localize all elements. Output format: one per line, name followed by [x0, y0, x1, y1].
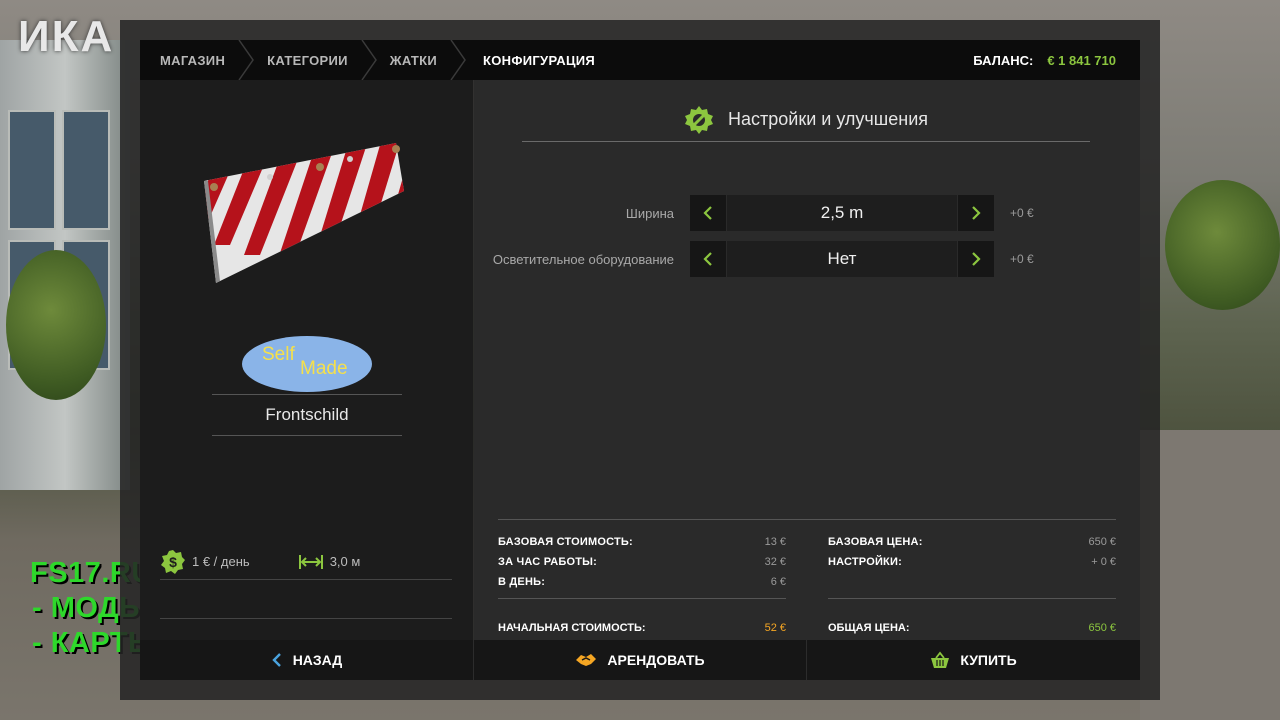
- initial-cost-total: НАЧАЛЬНАЯ СТОИМОСТЬ: 52 €: [498, 598, 786, 638]
- product-specs: $ 1 € / день 3,0 м: [160, 544, 452, 580]
- lighting-prev-button[interactable]: [690, 241, 726, 277]
- config-section-title: Настройки и улучшения: [522, 98, 1090, 142]
- configuration-panel: Настройки и улучшения Ширина 2,5 m +0 € …: [474, 80, 1140, 640]
- breadcrumb-label: МАГАЗИН: [160, 52, 226, 68]
- cost-label: НАСТРОЙКИ:: [828, 556, 902, 568]
- lighting-value: Нет: [726, 241, 958, 277]
- breadcrumb-label: ЖАТКИ: [389, 52, 438, 68]
- brand-logo: Self Made: [242, 336, 372, 392]
- lease-costs: БАЗОВАЯ СТОИМОСТЬ: 13 € ЗА ЧАС РАБОТЫ: 3…: [498, 532, 786, 592]
- product-name: Frontschild: [212, 394, 402, 436]
- chevron-right-icon: [972, 252, 981, 266]
- config-title-text: Настройки и улучшения: [728, 109, 928, 129]
- balance-label: БАЛАНС:: [973, 52, 1034, 68]
- breadcrumb-shop[interactable]: МАГАЗИН: [140, 40, 255, 80]
- spec-width-text: 3,0 м: [329, 554, 361, 569]
- product-panel: Self Made Frontschild $ 1 € / день 3,0 м: [140, 80, 473, 640]
- background-sign: ИКА: [18, 12, 115, 61]
- config-row-lighting: Осветительное оборудование Нет +0 €: [474, 241, 1140, 277]
- cost-label: БАЗОВАЯ ЦЕНА:: [828, 536, 923, 548]
- price-icon: $: [161, 549, 185, 574]
- svg-text:$: $: [169, 554, 177, 570]
- spec-price-per-day: $ 1 € / день: [160, 549, 250, 575]
- balance: БАЛАНС: € 1 841 710: [973, 53, 1116, 68]
- config-row-width: Ширина 2,5 m +0 €: [474, 195, 1140, 231]
- front-sign-image: [204, 143, 404, 283]
- chevron-left-icon: [703, 206, 712, 220]
- total-value: 52 €: [764, 621, 786, 634]
- chevron-left-icon: [703, 252, 712, 266]
- back-button[interactable]: НАЗАД: [140, 640, 473, 680]
- cost-value: 32 €: [764, 556, 786, 568]
- lease-button[interactable]: АРЕНДОВАТЬ: [473, 640, 806, 680]
- breadcrumb-label: КАТЕГОРИИ: [267, 52, 348, 68]
- total-label: ОБЩАЯ ЦЕНА:: [828, 621, 910, 634]
- cost-line: БАЗОВАЯ ЦЕНА: 650 €: [828, 532, 1116, 552]
- chevron-left-icon: [271, 653, 281, 667]
- background-tree: [1165, 180, 1280, 310]
- purchase-costs: БАЗОВАЯ ЦЕНА: 650 € НАСТРОЙКИ: + 0 €: [828, 532, 1116, 572]
- shop-window: МАГАЗИН КАТЕГОРИИ ЖАТКИ КОНФИГУРАЦИЯ БАЛ…: [120, 20, 1160, 700]
- background-tree: [6, 250, 106, 400]
- width-icon: [298, 554, 323, 569]
- wrench-gear-icon: [685, 105, 713, 134]
- breadcrumb-categories[interactable]: КАТЕГОРИИ: [247, 40, 377, 80]
- lighting-next-button[interactable]: [958, 241, 994, 277]
- cost-label: БАЗОВАЯ СТОИМОСТЬ:: [498, 536, 633, 548]
- lease-label: АРЕНДОВАТЬ: [607, 652, 705, 668]
- back-label: НАЗАД: [292, 652, 343, 668]
- width-next-button[interactable]: [958, 195, 994, 231]
- breadcrumb-label: КОНФИГУРАЦИЯ: [483, 52, 596, 68]
- bottom-action-bar: НАЗАД АРЕНДОВАТЬ КУПИТЬ: [140, 640, 1140, 680]
- cost-line: НАСТРОЙКИ: + 0 €: [828, 552, 1116, 572]
- cost-summary: БАЗОВАЯ СТОИМОСТЬ: 13 € ЗА ЧАС РАБОТЫ: 3…: [498, 519, 1116, 634]
- top-bar: МАГАЗИН КАТЕГОРИИ ЖАТКИ КОНФИГУРАЦИЯ БАЛ…: [140, 40, 1140, 80]
- lighting-selector: Нет: [690, 241, 994, 277]
- brand-logo-text: Made: [300, 358, 348, 379]
- cost-value: 650 €: [1088, 536, 1116, 548]
- cost-line: БАЗОВАЯ СТОИМОСТЬ: 13 €: [498, 532, 786, 552]
- cost-label: В ДЕНЬ:: [498, 576, 546, 588]
- breadcrumb-configuration: КОНФИГУРАЦИЯ: [459, 40, 617, 80]
- cost-line: ЗА ЧАС РАБОТЫ: 32 €: [498, 552, 786, 572]
- brand-logo-text: Self: [262, 344, 295, 365]
- background-road: [1140, 430, 1280, 720]
- config-cost: +0 €: [1010, 206, 1034, 220]
- width-prev-button[interactable]: [690, 195, 726, 231]
- spec-price-text: 1 € / день: [192, 554, 250, 569]
- total-value: 650 €: [1088, 621, 1116, 634]
- chevron-right-icon: [972, 206, 981, 220]
- width-value: 2,5 m: [726, 195, 958, 231]
- breadcrumb-headers[interactable]: ЖАТКИ: [370, 40, 466, 80]
- width-selector: 2,5 m: [690, 195, 994, 231]
- config-cost: +0 €: [1010, 252, 1034, 266]
- buy-label: КУПИТЬ: [960, 652, 1017, 668]
- config-label: Ширина: [625, 205, 674, 221]
- config-label: Осветительное оборудование: [492, 251, 674, 267]
- cost-value: 13 €: [764, 536, 786, 548]
- purchase-total: ОБЩАЯ ЦЕНА: 650 €: [828, 598, 1116, 638]
- cost-value: + 0 €: [1091, 556, 1116, 568]
- buy-button[interactable]: КУПИТЬ: [806, 640, 1140, 680]
- cost-label: ЗА ЧАС РАБОТЫ:: [498, 556, 598, 568]
- shopping-basket-icon: [931, 651, 950, 668]
- cost-value: 6 €: [770, 576, 786, 588]
- cost-line: В ДЕНЬ: 6 €: [498, 572, 786, 592]
- divider: [160, 618, 452, 619]
- balance-amount: € 1 841 710: [1047, 52, 1116, 68]
- spec-working-width: 3,0 м: [298, 553, 361, 571]
- handshake-icon: [576, 654, 597, 666]
- total-label: НАЧАЛЬНАЯ СТОИМОСТЬ:: [498, 621, 646, 634]
